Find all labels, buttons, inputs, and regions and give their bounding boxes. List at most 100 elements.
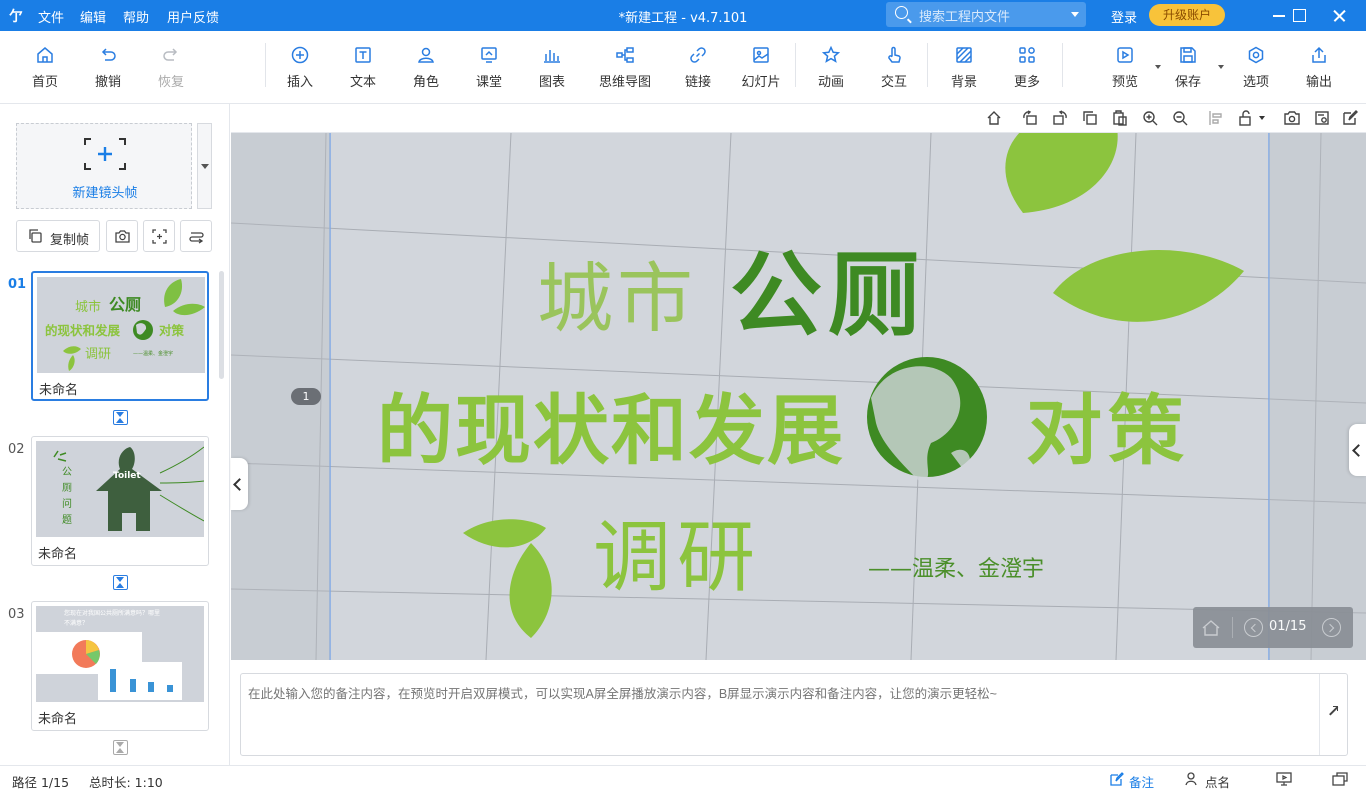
rollcall-icon[interactable] [1185,772,1199,786]
slide-title-light[interactable]: 城市 [537,237,697,347]
search-box[interactable]: 搜索工程内文件 [886,2,1086,27]
frame-preview: 城市 公厕 的现状和发展 对策 调研 ——温柔、金澄宇 [37,277,205,373]
role-button[interactable]: 角色 [396,45,456,90]
notes-icon[interactable] [1110,772,1124,786]
home-button[interactable]: 首页 [15,45,75,90]
snapshot-button[interactable] [106,220,138,252]
export-button[interactable]: 输出 [1289,45,1349,90]
rotate-right-button[interactable] [1052,110,1068,126]
maximize-button[interactable] [1279,0,1319,31]
upgrade-button[interactable]: 升级账户 [1149,4,1225,26]
redo-label: 恢复 [157,75,184,90]
align-button[interactable] [1208,110,1224,126]
slide-author[interactable]: ——温柔、金澄宇 [868,551,1044,583]
chevron-down-icon[interactable] [1218,65,1224,69]
expand-notes-button[interactable] [1319,674,1347,755]
slide-line3[interactable]: 调研 [593,495,761,607]
menu-help[interactable]: 帮助 [123,7,149,26]
align-left-icon [1209,111,1222,125]
frame-thumbnail-3[interactable]: 您现在对我国公共厕所满意吗？哪里不满意？ 未命名 [31,601,209,731]
animation-label: 动画 [817,75,844,90]
new-frame-icon [84,138,126,170]
transition-icon[interactable] [113,410,128,425]
reorder-button[interactable] [180,220,212,252]
new-frame-button[interactable]: 新建镜头帧 [16,123,192,209]
settings-button[interactable] [1314,110,1330,126]
classroom-button[interactable]: 课堂 [459,45,519,90]
frame-thumbnail-2[interactable]: Toilet 公 厕 问 题 未命名 [31,436,209,566]
home-icon [37,47,53,63]
chart-button[interactable]: 图表 [522,45,582,90]
link-button[interactable]: 链接 [668,45,728,90]
toolbar-divider [1062,43,1063,87]
search-input[interactable]: 搜索工程内文件 [919,6,1010,25]
text-button[interactable]: 文本 [333,45,393,90]
expand-right-panel-button[interactable] [1349,424,1366,476]
person-icon [418,47,434,63]
vertical-text: 公 [62,467,72,478]
transition-icon[interactable] [113,575,128,590]
rotate-left-button[interactable] [1022,110,1038,126]
insert-button[interactable]: 插入 [270,45,330,90]
slide-subtitle[interactable]: 的现状和发展 [377,369,845,479]
notes-toggle-button[interactable]: 备注 [1129,772,1154,791]
home-icon[interactable] [1201,618,1221,638]
more-button[interactable]: 更多 [997,45,1057,90]
lock-button[interactable] [1238,110,1254,126]
paste-button[interactable] [1112,110,1128,126]
frame-thumbnail-1[interactable]: 城市 公厕 的现状和发展 对策 调研 ——温柔、金澄宇 未命名 [31,271,209,401]
interaction-button[interactable]: 交互 [864,45,924,90]
path-badge[interactable]: 1 [291,388,321,405]
settings-icon [1315,111,1329,125]
close-button[interactable] [1319,0,1359,31]
mindmap-icon [616,47,634,63]
fit-frame-button[interactable] [143,220,175,252]
slide-subtitle-right[interactable]: 对策 [1026,369,1190,479]
play-icon [1117,47,1133,63]
chevron-down-icon[interactable] [1071,12,1079,17]
link-icon [690,47,706,63]
canvas-home-button[interactable] [986,110,1002,126]
animation-button[interactable]: 动画 [801,45,861,90]
next-page-button[interactable] [1322,618,1341,637]
plus-circle-icon [291,46,309,64]
layout-icon[interactable] [1332,772,1348,786]
sidebar-scrollbar[interactable] [219,271,224,379]
previous-page-button[interactable] [1244,618,1263,637]
frame-name: 未命名 [39,383,79,398]
notes-input[interactable] [241,674,1321,755]
login-button[interactable]: 登录 [1111,7,1137,26]
unlock-icon [1239,110,1251,126]
rollcall-button[interactable]: 点名 [1205,772,1230,791]
slide-button[interactable]: 幻灯片 [731,45,791,90]
transition-icon[interactable] [113,740,128,755]
menu-file[interactable]: 文件 [38,7,64,26]
copy-frame-button[interactable]: 复制帧 [16,220,100,252]
copy-element-button[interactable] [1082,110,1098,126]
save-button[interactable]: 保存 [1158,45,1224,90]
screenshot-button[interactable] [1284,110,1300,126]
menu-feedback[interactable]: 用户反馈 [167,7,219,26]
slide-title-bold[interactable]: 公厕 [730,221,926,354]
preview-button[interactable]: 预览 [1095,45,1161,90]
frame-preview: 您现在对我国公共厕所满意吗？哪里不满意？ [36,606,204,702]
undo-button[interactable]: 撤销 [78,45,138,90]
copy-icon [29,229,42,243]
options-button[interactable]: 选项 [1226,45,1286,90]
slide-icon [753,47,769,63]
background-button[interactable]: 背景 [934,45,994,90]
chevron-down-icon[interactable] [1259,116,1265,120]
presenter-icon[interactable] [1276,772,1292,786]
zoom-out-button[interactable] [1172,110,1188,126]
camera-icon [1284,111,1300,125]
redo-button[interactable]: 恢复 [141,45,201,90]
mindmap-button[interactable]: 思维导图 [595,45,655,90]
edit-button[interactable] [1342,110,1358,126]
new-frame-dropdown[interactable] [197,123,212,209]
zoom-in-button[interactable] [1142,110,1158,126]
menu-edit[interactable]: 编辑 [80,7,106,26]
hand-icon [888,46,901,63]
copy-icon [1083,111,1097,125]
canvas-stage[interactable]: 城市 公厕 的现状和发展 对策 调研 ——温柔、金澄宇 1 [231,133,1366,660]
collapse-sidebar-button[interactable] [231,458,248,510]
